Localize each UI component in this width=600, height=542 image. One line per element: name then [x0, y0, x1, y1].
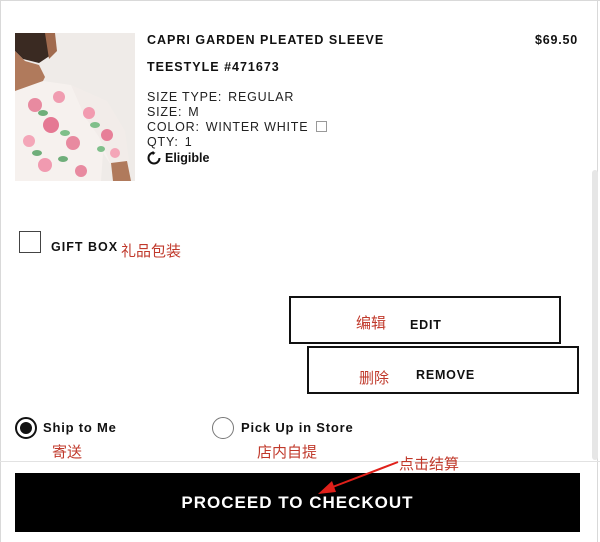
attr-value: M [188, 105, 200, 119]
attr-color: COLOR: WINTER WHITE [147, 120, 328, 134]
pick-up-in-store-radio[interactable] [212, 417, 234, 439]
refresh-icon [147, 151, 161, 165]
gift-box-annotation: 礼品包装 [121, 242, 182, 260]
product-image[interactable] [15, 33, 135, 181]
remove-link[interactable]: REMOVE [416, 368, 475, 382]
attr-value: 1 [184, 135, 193, 149]
eligible-badge: Eligible [147, 151, 209, 165]
scrollbar[interactable] [592, 170, 598, 460]
ship-to-me-radio[interactable] [15, 417, 37, 439]
edit-link[interactable]: EDIT [410, 318, 442, 332]
product-price: $69.50 [534, 33, 578, 47]
product-name[interactable]: CAPRI GARDEN PLEATED SLEEVE [147, 33, 384, 47]
attr-label: COLOR: [147, 120, 200, 134]
attr-value: WINTER WHITE [205, 120, 309, 134]
attr-value: REGULAR [228, 90, 295, 104]
ship-to-me-label[interactable]: Ship to Me [43, 420, 117, 435]
floral-blouse-photo-icon [15, 33, 135, 181]
product-style-number: TEESTYLE #471673 [147, 60, 280, 74]
attr-size-type: SIZE TYPE: REGULAR [147, 90, 294, 104]
attr-label: SIZE TYPE: [147, 90, 223, 104]
remove-annotation: 删除 [359, 369, 390, 387]
gift-box-checkbox[interactable] [19, 231, 41, 253]
ship-to-me-annotation: 寄送 [52, 443, 83, 461]
gift-box-label[interactable]: GIFT BOX [51, 240, 118, 254]
edit-annotation: 编辑 [356, 314, 387, 332]
attr-label: SIZE: [147, 105, 183, 119]
attr-label: QTY: [147, 135, 179, 149]
top-border [0, 0, 600, 3]
eligible-label: Eligible [165, 151, 210, 165]
pick-up-in-store-label[interactable]: Pick Up in Store [241, 420, 354, 435]
checkout-annotation: 点击结算 [399, 455, 460, 473]
attr-qty: QTY: 1 [147, 135, 192, 149]
attr-size: SIZE: M [147, 105, 199, 119]
proceed-to-checkout-button[interactable]: PROCEED TO CHECKOUT [15, 473, 580, 532]
color-swatch [316, 121, 328, 132]
pick-up-in-store-annotation: 店内自提 [257, 443, 318, 461]
divider [0, 461, 600, 462]
